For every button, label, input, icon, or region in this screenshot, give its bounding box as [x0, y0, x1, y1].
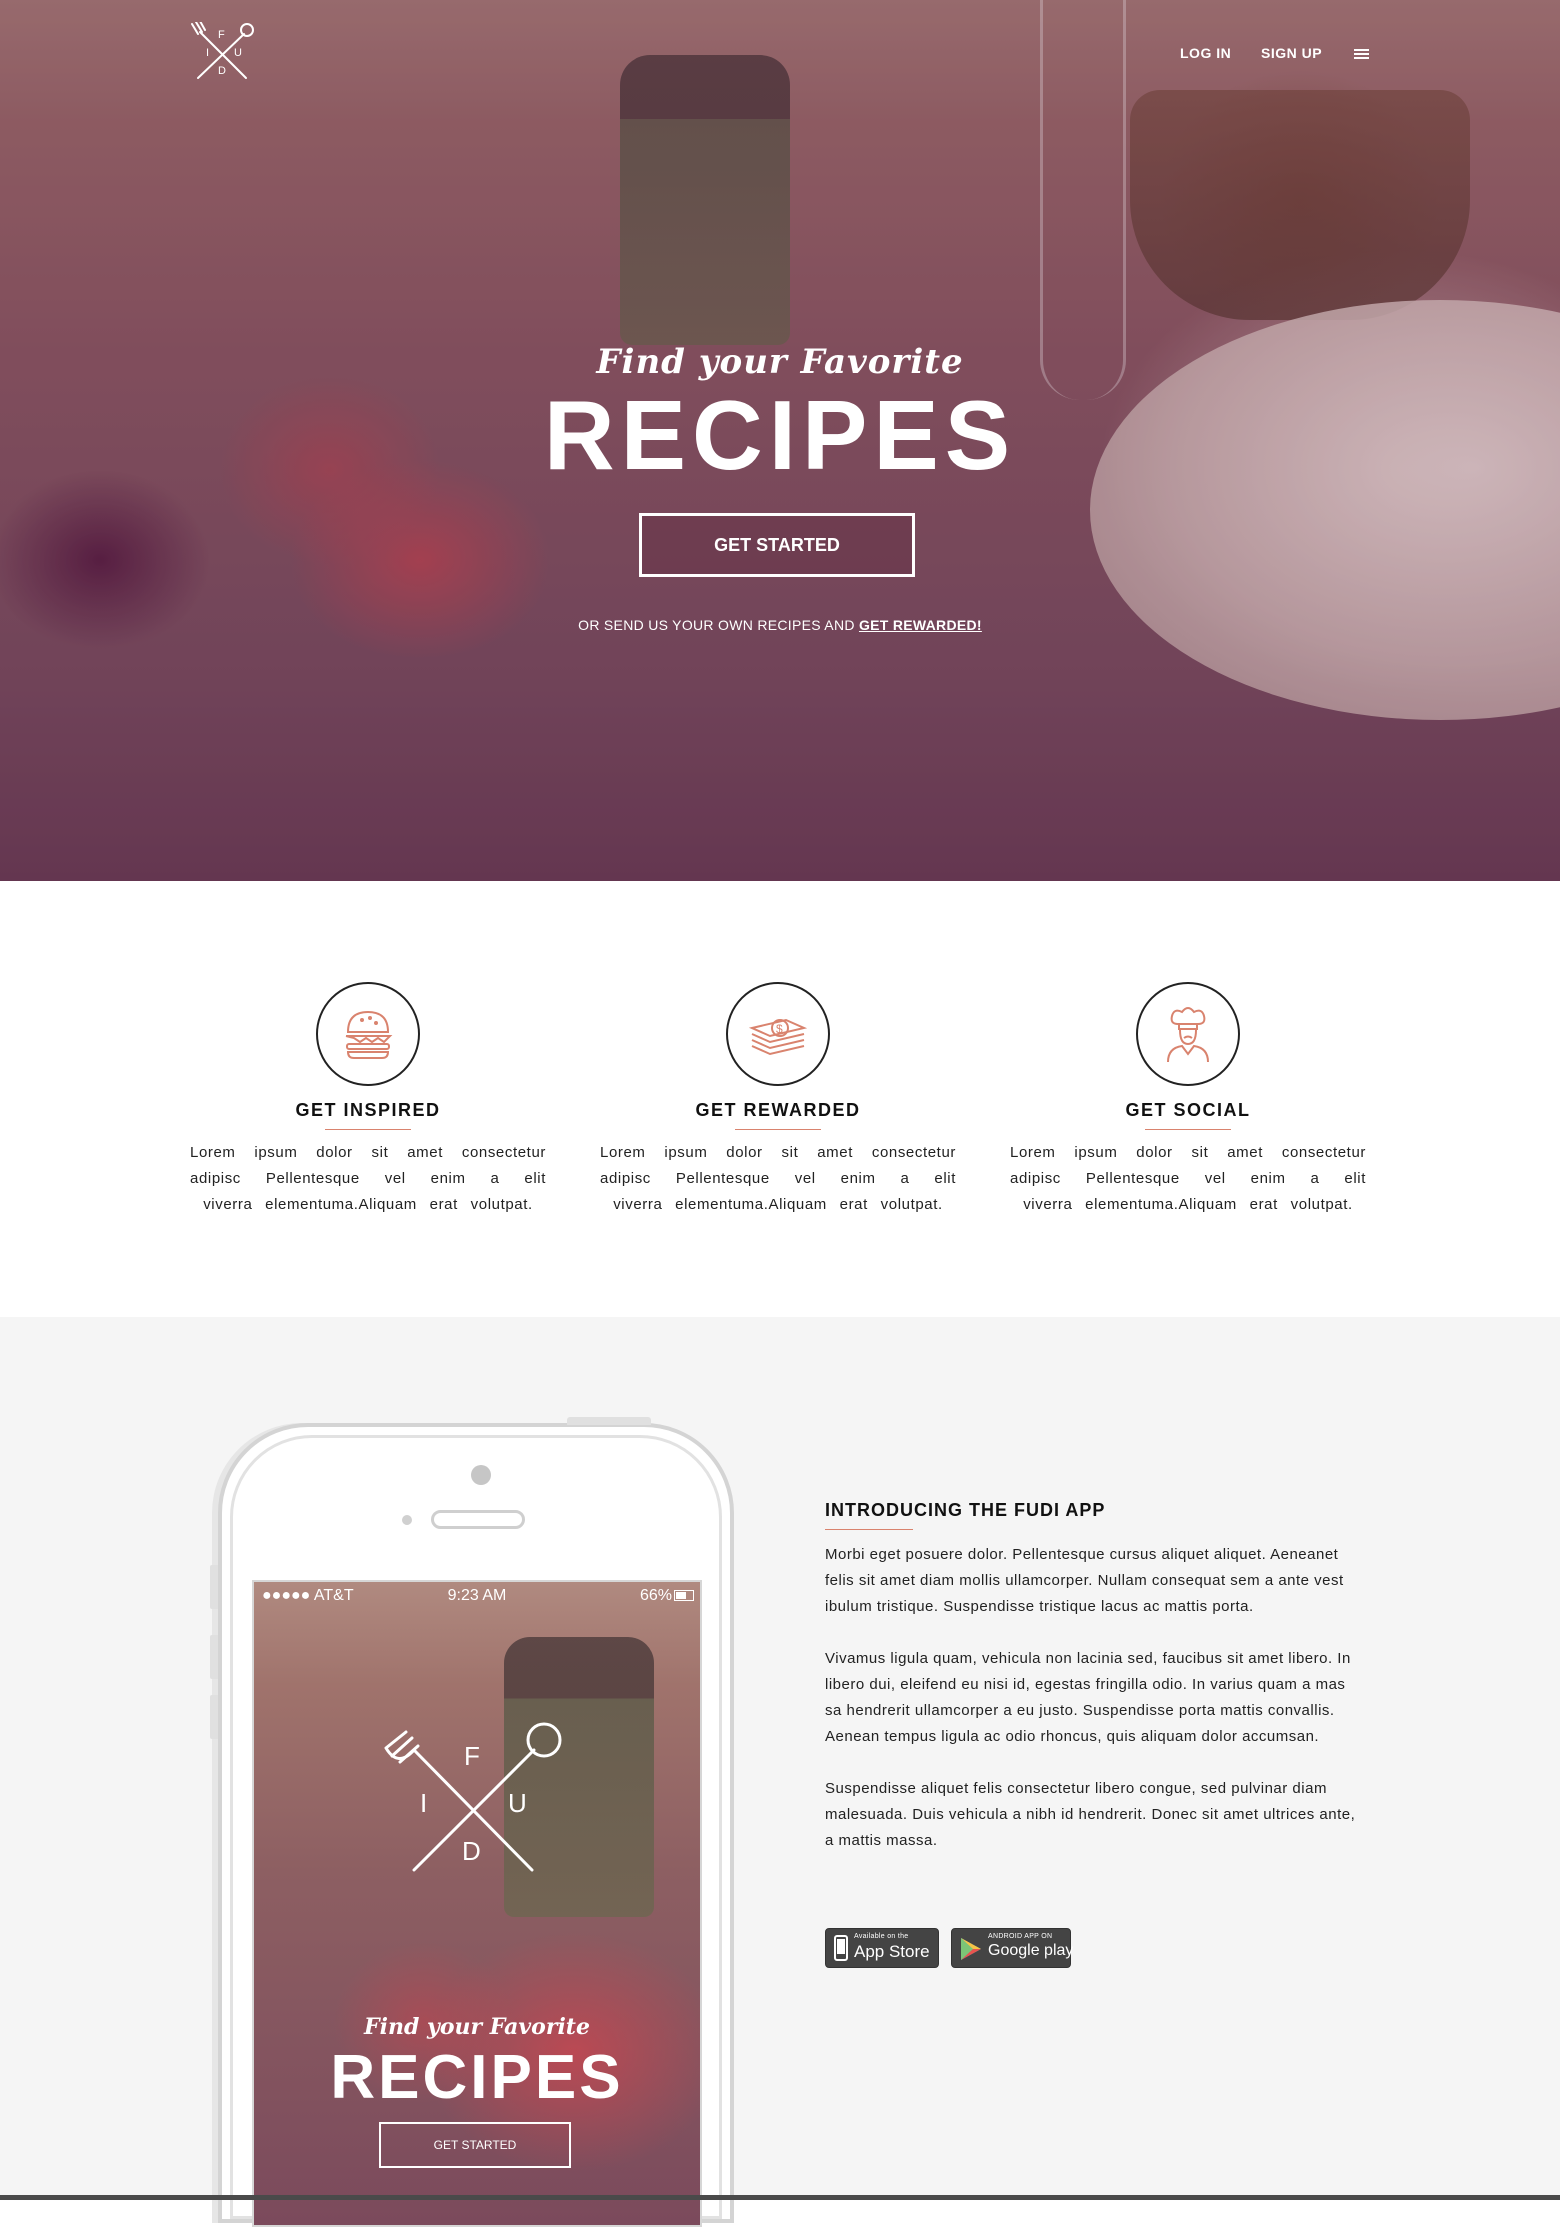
- mortar-image: [1130, 90, 1470, 320]
- hero-title: RECIPES: [543, 380, 1017, 490]
- bottom-edge: [0, 2195, 1560, 2200]
- get-rewarded-link[interactable]: GET REWARDED!: [859, 617, 982, 633]
- hamburger-menu-icon[interactable]: [1354, 49, 1369, 60]
- get-started-button[interactable]: GET STARTED: [639, 513, 915, 577]
- logo-letter-u: U: [234, 47, 242, 59]
- money-icon: $: [748, 1018, 808, 1056]
- hero-note-text: OR SEND US YOUR OWN RECIPES AND: [578, 617, 855, 633]
- chef-icon: [1167, 1007, 1209, 1063]
- phone-hero-subtitle: Find your Favorite: [364, 2014, 590, 2040]
- app-intro-paragraph: Vivamus ligula quam, vehicula non lacini…: [825, 1650, 1351, 1745]
- phone-power-button: [567, 1417, 651, 1425]
- app-intro-divider: [825, 1529, 913, 1530]
- logo-letter-f: F: [464, 1741, 480, 1771]
- feature-divider: [325, 1129, 411, 1130]
- logo-letter-u: U: [508, 1788, 527, 1818]
- feature-title: GET INSPIRED: [295, 1100, 441, 1120]
- feature-rewarded: $ GET REWARDED Lorem ipsum dolor sit ame…: [600, 982, 956, 1218]
- phone-speaker: [431, 1510, 525, 1529]
- phone-screen: ●●●●● AT&T 9:23 AM 66% F I U D Find your…: [252, 1580, 702, 2227]
- phone-mockup: ●●●●● AT&T 9:23 AM 66% F I U D Find your…: [210, 1417, 734, 2227]
- login-link[interactable]: LOG IN: [1180, 45, 1231, 61]
- app-intro-heading: INTRODUCING THE FUDI APP: [825, 1500, 1106, 1520]
- phone-camera: [471, 1465, 491, 1485]
- phone-side-button: [210, 1635, 218, 1679]
- feature-divider: [735, 1129, 821, 1130]
- apple-phone-icon: [834, 1935, 848, 1961]
- google-play-small-text: ANDROID APP ON: [988, 1933, 1053, 1940]
- feature-text: Lorem ipsum dolor sit amet consectetur a…: [600, 1144, 956, 1213]
- app-intro-paragraph: Suspendisse aliquet felis consectetur li…: [825, 1780, 1356, 1849]
- feature-icon-circle: [316, 982, 420, 1086]
- feature-text: Lorem ipsum dolor sit amet consectetur a…: [190, 1144, 546, 1213]
- fudi-logo[interactable]: F I U D: [190, 22, 254, 82]
- logo-letter-i: I: [206, 47, 209, 59]
- feature-text: Lorem ipsum dolor sit amet consectetur a…: [1010, 1144, 1366, 1213]
- app-intro: INTRODUCING THE FUDI APP Morbi eget posu…: [825, 1500, 1365, 1880]
- google-play-big-text: Google play: [988, 1942, 1074, 1959]
- wine-glass-image: [1040, 0, 1126, 400]
- phone-get-started-button: GET STARTED: [379, 2122, 571, 2168]
- app-store-badge[interactable]: Available on the App Store: [825, 1928, 939, 1968]
- feature-title: GET REWARDED: [695, 1100, 861, 1120]
- logo-letter-f: F: [218, 29, 225, 41]
- phone-sensor: [402, 1515, 412, 1525]
- google-play-badge[interactable]: ANDROID APP ON Google play: [951, 1928, 1074, 1968]
- clock-label: 9:23 AM: [447, 1587, 507, 1604]
- features-section: GET INSPIRED Lorem ipsum dolor sit amet …: [0, 881, 1560, 1317]
- feature-inspired: GET INSPIRED Lorem ipsum dolor sit amet …: [190, 982, 546, 1218]
- feature-icon-circle: $: [726, 982, 830, 1086]
- feature-divider: [1145, 1129, 1231, 1130]
- phone-hero-title: RECIPES: [330, 2043, 624, 2112]
- app-section: ●●●●● AT&T 9:23 AM 66% F I U D Find your…: [0, 1317, 1560, 2227]
- logo-letter-d: D: [218, 65, 226, 77]
- burger-icon: [345, 1010, 393, 1059]
- app-intro-paragraph: Morbi eget posuere dolor. Pellentesque c…: [825, 1546, 1344, 1615]
- signup-link[interactable]: SIGN UP: [1261, 45, 1322, 61]
- google-play-icon: [961, 1938, 981, 1960]
- fudi-logo: F I U D: [384, 1722, 562, 1872]
- app-store-small-text: Available on the: [854, 1933, 909, 1940]
- svg-text:$: $: [776, 1022, 783, 1036]
- phone-side-button: [210, 1565, 218, 1609]
- battery-label: 66%: [639, 1587, 672, 1604]
- feature-title: GET SOCIAL: [1125, 1100, 1251, 1120]
- spice-shaker-image: [620, 55, 790, 345]
- feature-icon-circle: [1136, 982, 1240, 1086]
- phone-status-bar: ●●●●● AT&T 9:23 AM 66%: [254, 1582, 700, 1610]
- hero-subtitle: Find your Favorite: [596, 342, 964, 382]
- hero-note: OR SEND US YOUR OWN RECIPES AND GET REWA…: [0, 617, 1560, 633]
- logo-letter-i: I: [420, 1788, 427, 1818]
- phone-side-button: [210, 1695, 218, 1739]
- app-store-big-text: App Store: [854, 1942, 930, 1961]
- feature-social: GET SOCIAL Lorem ipsum dolor sit amet co…: [1010, 982, 1366, 1218]
- logo-letter-d: D: [462, 1836, 481, 1866]
- battery-icon: [674, 1590, 694, 1601]
